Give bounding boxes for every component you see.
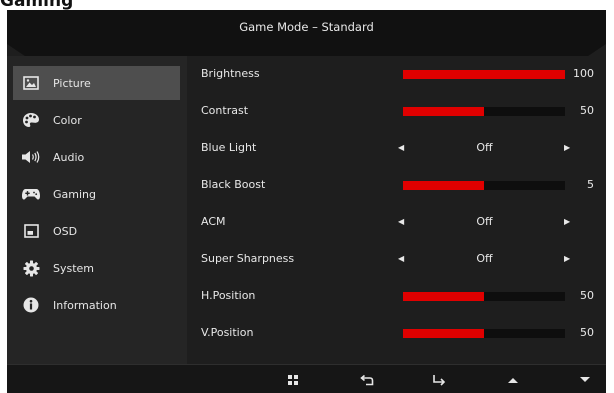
sidebar-item-color[interactable]: Color [13, 103, 180, 137]
sidebar-item-label: Audio [53, 150, 85, 164]
slider-track[interactable] [403, 70, 565, 79]
left-arrow-icon[interactable]: ◀ [398, 130, 404, 166]
picture-icon [21, 73, 41, 93]
setting-value: 50 [580, 289, 594, 302]
setting-row-v-position[interactable]: V.Position 50 [187, 315, 606, 351]
setting-label: V.Position [201, 326, 254, 339]
enter-icon[interactable] [424, 365, 454, 393]
right-arrow-icon[interactable]: ▶ [564, 130, 570, 166]
left-arrow-icon[interactable]: ◀ [398, 241, 404, 277]
right-arrow-icon[interactable]: ▶ [564, 241, 570, 277]
gamepad-icon [21, 184, 41, 204]
sidebar-item-label: Color [53, 113, 82, 127]
slider-fill [403, 329, 484, 338]
setting-row-contrast[interactable]: Contrast 50 [187, 93, 606, 129]
sidebar-item-audio[interactable]: Audio [13, 140, 180, 174]
slider-track[interactable] [403, 329, 565, 338]
sidebar-item-gaming[interactable]: Gaming [13, 177, 180, 211]
speaker-icon [21, 147, 41, 167]
setting-value: 5 [587, 178, 594, 191]
sidebar-item-label: OSD [53, 224, 78, 238]
setting-value: 100 [573, 67, 594, 80]
slider-fill [403, 107, 484, 116]
up-arrow-icon[interactable] [498, 365, 528, 393]
down-arrow-icon[interactable] [570, 365, 600, 393]
sidebar-item-information[interactable]: Information [13, 288, 180, 322]
setting-label: Blue Light [201, 141, 257, 154]
setting-label: H.Position [201, 289, 256, 302]
slider-track[interactable] [403, 107, 565, 116]
option-value: Off [476, 252, 493, 265]
setting-label: Contrast [201, 104, 249, 117]
sidebar-item-label: Information [53, 298, 117, 312]
menu-grid-icon[interactable] [278, 365, 308, 393]
settings-panel: Brightness 100 Contrast 50 Blue Light ◀ … [187, 56, 606, 393]
setting-row-acm[interactable]: ACM ◀ Off ▶ [187, 204, 606, 240]
slider-fill [403, 70, 565, 79]
setting-value: 50 [580, 326, 594, 339]
setting-label: Black Boost [201, 178, 266, 191]
info-icon [21, 295, 41, 315]
setting-row-super-sharpness[interactable]: Super Sharpness ◀ Off ▶ [187, 241, 606, 277]
setting-label: ACM [201, 215, 226, 228]
palette-icon [21, 110, 41, 130]
footer-controls [7, 364, 606, 393]
sidebar-item-label: Picture [53, 76, 91, 90]
option-value: Off [476, 215, 493, 228]
setting-label: Super Sharpness [201, 252, 295, 265]
right-arrow-icon[interactable]: ▶ [564, 204, 570, 240]
option-value: Off [476, 141, 493, 154]
slider-track[interactable] [403, 292, 565, 301]
left-arrow-icon[interactable]: ◀ [398, 204, 404, 240]
back-icon[interactable] [352, 365, 382, 393]
osd-menu: Game Mode – Standard Picture Color Audio… [7, 10, 606, 393]
osd-title: Game Mode – Standard [239, 20, 374, 34]
setting-row-h-position[interactable]: H.Position 50 [187, 278, 606, 314]
sidebar-item-system[interactable]: System [13, 251, 180, 285]
sidebar-item-label: System [53, 261, 95, 275]
setting-value: 50 [580, 104, 594, 117]
setting-label: Brightness [201, 67, 260, 80]
osd-window-icon [21, 221, 41, 241]
sidebar-item-picture[interactable]: Picture [13, 66, 180, 100]
sidebar-item-osd[interactable]: OSD [13, 214, 180, 248]
slider-track[interactable] [403, 181, 565, 190]
slider-fill [403, 181, 484, 190]
sidebar: Picture Color Audio Gaming OSD System In… [7, 56, 187, 364]
slider-fill [403, 292, 484, 301]
setting-row-blue-light[interactable]: Blue Light ◀ Off ▶ [187, 130, 606, 166]
sidebar-item-label: Gaming [53, 187, 96, 201]
gear-icon [21, 258, 41, 278]
setting-row-brightness[interactable]: Brightness 100 [187, 56, 606, 92]
setting-row-black-boost[interactable]: Black Boost 5 [187, 167, 606, 203]
